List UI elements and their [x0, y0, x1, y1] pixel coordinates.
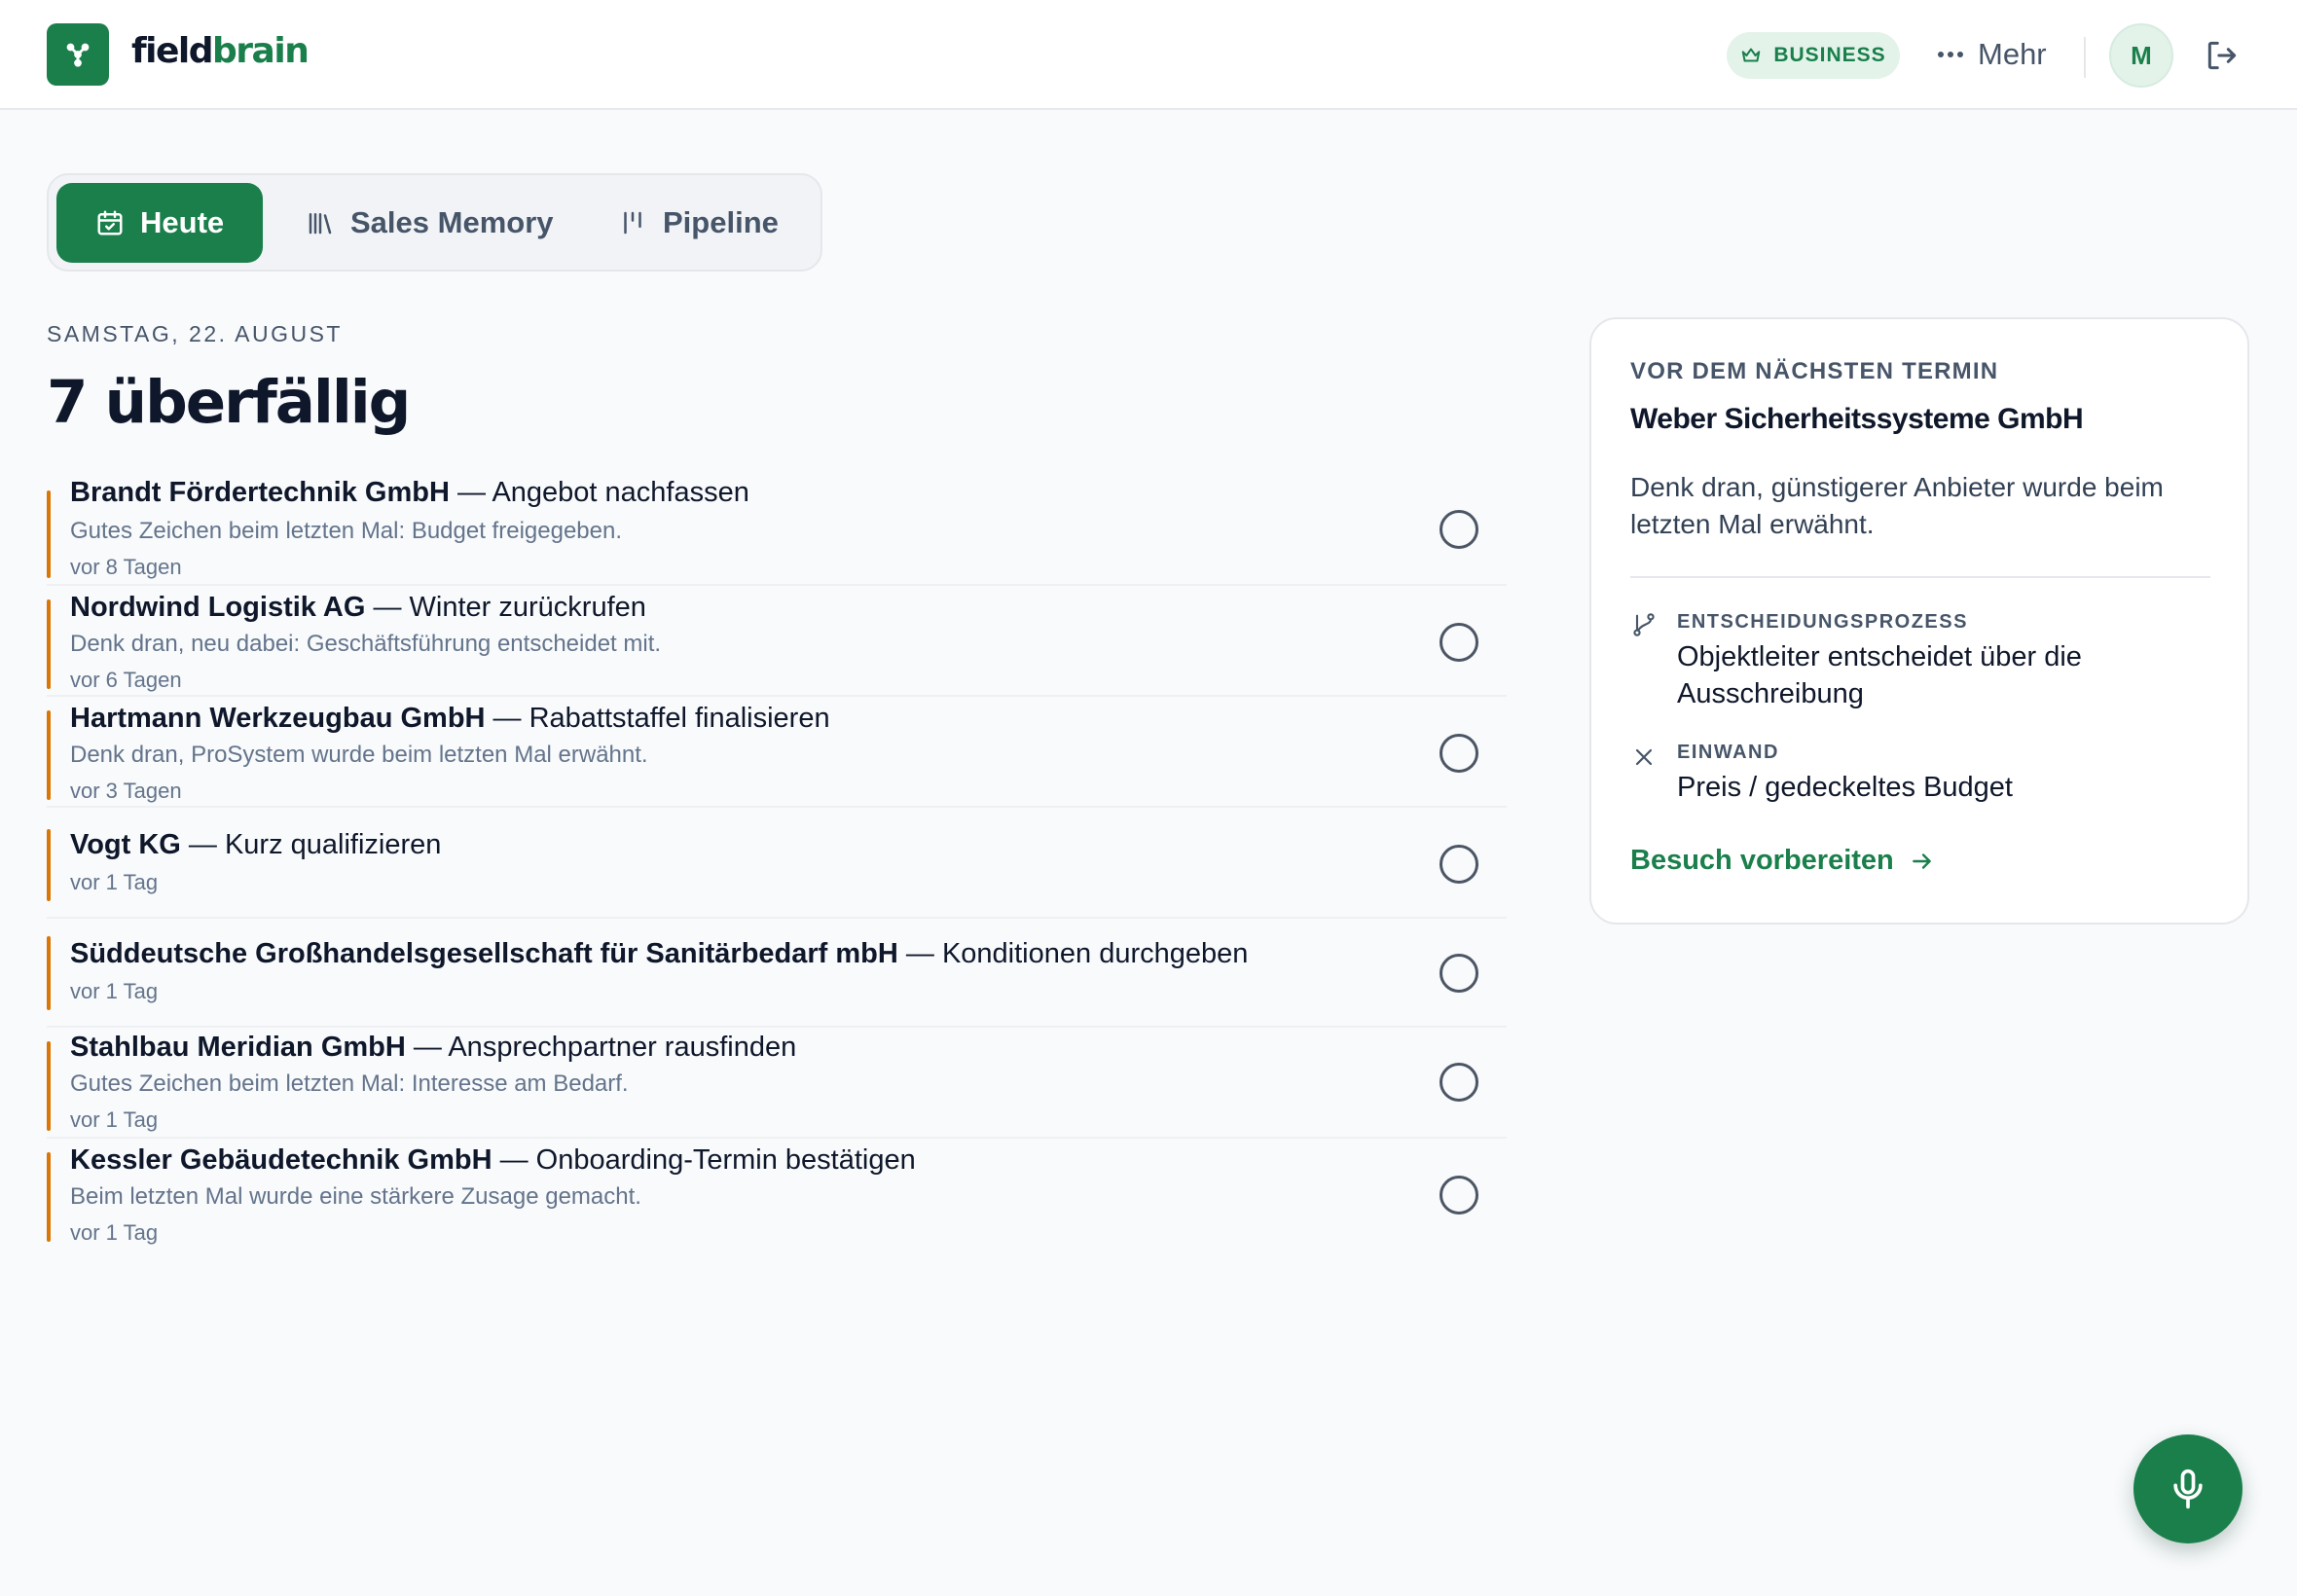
next-meeting-kicker: VOR DEM NÄCHSTEN TERMIN: [1630, 358, 1999, 384]
task-age: vor 1 Tag: [70, 979, 159, 1003]
tab-sales-memory-label: Sales Memory: [350, 205, 554, 239]
task-company: Brandt Fördertechnik GmbH: [70, 477, 450, 508]
task-age: vor 8 Tagen: [70, 555, 182, 579]
card-divider: [1630, 576, 2210, 578]
prepare-visit-link[interactable]: Besuch vorbereiten: [1630, 845, 1935, 877]
logo-text-part1: field: [131, 31, 214, 71]
logo-icon[interactable]: [47, 23, 109, 86]
task-complete-checkbox[interactable]: [1440, 734, 1478, 773]
overdue-indicator: [47, 1041, 51, 1131]
avatar[interactable]: M: [2109, 23, 2173, 88]
task-item-kessler[interactable]: Kessler Gebäudetechnik GmbH — Onboarding…: [47, 1137, 1507, 1248]
fact-label-decision: ENTSCHEIDUNGSPROZESS: [1677, 611, 1968, 633]
task-action: — Konditionen durchgeben: [897, 938, 1249, 969]
task-note: Gutes Zeichen beim letzten Mal: Budget f…: [70, 518, 622, 544]
more-menu-label: Mehr: [1978, 37, 2047, 71]
next-meeting-card: VOR DEM NÄCHSTEN TERMIN Weber Sicherheit…: [1589, 317, 2249, 925]
plan-badge-label: BUSINESS: [1773, 44, 1886, 66]
next-meeting-company: Weber Sicherheitssysteme GmbH: [1630, 403, 2084, 435]
task-company: Hartmann Werkzeugbau GmbH: [70, 703, 486, 734]
task-complete-checkbox[interactable]: [1440, 954, 1478, 993]
more-dots-icon: [1938, 52, 1963, 57]
task-company: Vogt KG: [70, 829, 181, 860]
task-note: Gutes Zeichen beim letzten Mal: Interess…: [70, 1070, 629, 1097]
task-item-sueddeutsche[interactable]: Süddeutsche Großhandelsgesellschaft für …: [47, 917, 1507, 1026]
task-age: vor 1 Tag: [70, 1107, 159, 1132]
task-age: vor 3 Tagen: [70, 779, 182, 803]
plan-badge: BUSINESS: [1727, 32, 1900, 79]
tab-heute[interactable]: Heute: [56, 183, 264, 263]
task-action: — Ansprechpartner rausfinden: [405, 1032, 797, 1063]
task-action: — Rabattstaffel finalisieren: [485, 703, 830, 734]
task-complete-checkbox[interactable]: [1440, 1063, 1478, 1102]
task-title: Vogt KG — Kurz qualifizieren: [70, 829, 441, 861]
fact-value-objection: Preis / gedeckeltes Budget: [1677, 772, 2013, 803]
page-title: 7 überfällig: [47, 368, 411, 437]
task-title: Brandt Fördertechnik GmbH — Angebot nach…: [70, 477, 749, 509]
tab-pipeline[interactable]: Pipeline: [579, 183, 818, 263]
task-action: — Winter zurückrufen: [365, 592, 646, 623]
task-complete-checkbox[interactable]: [1440, 1176, 1478, 1215]
task-company: Stahlbau Meridian GmbH: [70, 1032, 406, 1063]
crown-icon: [1742, 48, 1761, 62]
task-title: Süddeutsche Großhandelsgesellschaft für …: [70, 938, 1248, 970]
app-logo-text: fieldbrain: [131, 31, 310, 71]
view-tabs: Heute Sales Memory Pipeline: [47, 173, 822, 272]
fact-value-decision: Objektleiter entscheidet über die Aussch…: [1677, 641, 2082, 709]
tab-heute-label: Heute: [140, 205, 225, 239]
voice-input-button[interactable]: [2133, 1434, 2242, 1543]
calendar-check-icon: [97, 210, 123, 236]
header-divider: [2084, 37, 2086, 78]
overdue-indicator: [47, 1152, 51, 1242]
overdue-indicator: [47, 829, 51, 901]
task-company: Nordwind Logistik AG: [70, 592, 366, 623]
task-complete-checkbox[interactable]: [1440, 510, 1478, 549]
task-action: — Kurz qualifizieren: [180, 829, 442, 860]
overdue-indicator: [47, 490, 51, 578]
logout-button[interactable]: [2204, 37, 2241, 74]
task-age: vor 1 Tag: [70, 870, 159, 894]
arrow-right-icon: [1912, 852, 1931, 869]
task-item-stahlbau[interactable]: Stahlbau Meridian GmbH — Ansprechpartner…: [47, 1026, 1507, 1137]
task-item-brandt[interactable]: Brandt Fördertechnik GmbH — Angebot nach…: [47, 475, 1507, 584]
task-item-nordwind[interactable]: Nordwind Logistik AG — Winter zurückrufe…: [47, 584, 1507, 695]
task-complete-checkbox[interactable]: [1440, 623, 1478, 662]
task-title: Kessler Gebäudetechnik GmbH — Onboarding…: [70, 1144, 916, 1177]
task-title: Nordwind Logistik AG — Winter zurückrufe…: [70, 592, 646, 624]
task-note: Denk dran, neu dabei: Geschäftsführung e…: [70, 631, 662, 657]
overdue-indicator: [47, 710, 51, 800]
task-company: Süddeutsche Großhandelsgesellschaft für …: [70, 938, 898, 969]
task-age: vor 6 Tagen: [70, 668, 182, 692]
library-icon: [309, 213, 332, 235]
prepare-visit-label: Besuch vorbereiten: [1630, 845, 1894, 876]
date-label: SAMSTAG, 22. AUGUST: [47, 321, 343, 346]
task-complete-checkbox[interactable]: [1440, 845, 1478, 884]
branch-icon: [1633, 613, 1655, 636]
task-title: Hartmann Werkzeugbau GmbH — Rabattstaffe…: [70, 703, 830, 735]
task-note: Beim letzten Mal wurde eine stärkere Zus…: [70, 1183, 641, 1210]
logout-icon: [2207, 41, 2237, 70]
task-age: vor 1 Tag: [70, 1220, 159, 1245]
top-bar: fieldbrain BUSINESS Mehr M: [0, 0, 2297, 110]
overdue-indicator: [47, 936, 51, 1010]
task-note: Denk dran, ProSystem wurde beim letzten …: [70, 742, 648, 768]
task-item-vogt[interactable]: Vogt KG — Kurz qualifizieren vor 1 Tag: [47, 806, 1507, 917]
tab-sales-memory[interactable]: Sales Memory: [267, 183, 593, 263]
task-action: — Onboarding-Termin bestätigen: [492, 1144, 916, 1176]
microphone-icon: [2173, 1469, 2203, 1509]
task-item-hartmann[interactable]: Hartmann Werkzeugbau GmbH — Rabattstaffe…: [47, 695, 1507, 806]
task-company: Kessler Gebäudetechnik GmbH: [70, 1144, 492, 1176]
next-meeting-hint: Denk dran, günstigerer Anbieter wurde be…: [1630, 472, 2164, 539]
overdue-indicator: [47, 599, 51, 689]
pipeline-icon: [624, 211, 641, 235]
fact-label-objection: EINWAND: [1677, 742, 1779, 763]
x-icon: [1635, 748, 1653, 766]
logo-text-part2: brain: [212, 31, 310, 71]
more-menu-button[interactable]: Mehr: [1937, 29, 2047, 80]
task-action: — Angebot nachfassen: [449, 477, 749, 508]
tab-pipeline-label: Pipeline: [663, 205, 779, 239]
task-title: Stahlbau Meridian GmbH — Ansprechpartner…: [70, 1032, 796, 1064]
